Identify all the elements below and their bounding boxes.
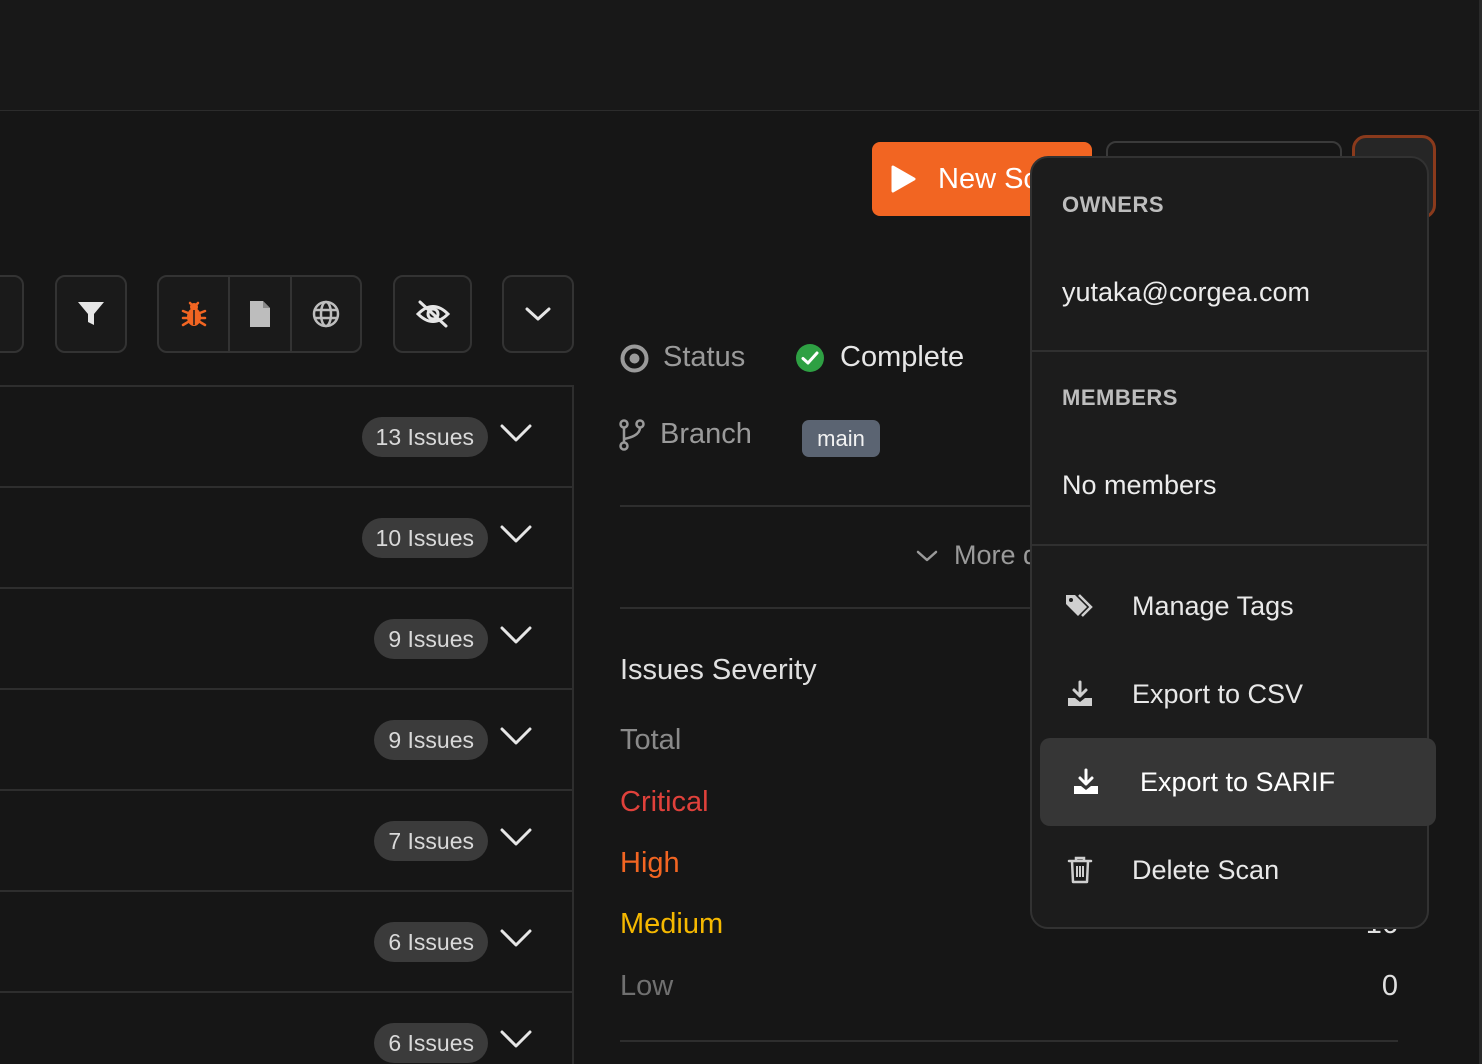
branch-label: Branch bbox=[660, 418, 752, 450]
delete-scan-label: Delete Scan bbox=[1132, 854, 1280, 885]
issue-count-badge: 9 Issues bbox=[374, 619, 488, 659]
download-icon bbox=[1064, 678, 1096, 710]
list-item[interactable]: 10 Issues bbox=[0, 488, 572, 589]
chevron-down-icon[interactable] bbox=[500, 928, 532, 948]
chevron-down-icon[interactable] bbox=[500, 827, 532, 847]
chevron-down-icon bbox=[525, 307, 551, 321]
chevron-down-icon[interactable] bbox=[500, 625, 532, 645]
chevron-down-icon[interactable] bbox=[500, 1029, 532, 1049]
new-scan-label: New Sc bbox=[938, 162, 1038, 195]
list-item[interactable]: 6 Issues bbox=[0, 993, 572, 1064]
more-details-toggle[interactable]: More d bbox=[916, 540, 1038, 571]
chevron-down-icon[interactable] bbox=[500, 726, 532, 746]
status-label: Status bbox=[663, 341, 746, 373]
eye-slash-icon bbox=[415, 300, 450, 328]
issue-count-badge: 6 Issues bbox=[374, 922, 488, 962]
globe-icon bbox=[312, 300, 340, 328]
members-heading: MEMBERS bbox=[1062, 385, 1178, 410]
download-icon bbox=[1070, 766, 1102, 798]
tags-icon bbox=[1064, 590, 1096, 622]
chevron-down-icon bbox=[916, 550, 938, 561]
issue-count-badge: 10 Issues bbox=[361, 518, 488, 558]
export-csv-item[interactable]: Export to CSV bbox=[1032, 654, 1427, 734]
top-bar bbox=[0, 0, 1480, 111]
scan-actions-menu: OWNERS yutaka@corgea.com MEMBERS No memb… bbox=[1030, 156, 1436, 929]
play-icon bbox=[891, 165, 916, 193]
web-view-button[interactable] bbox=[292, 277, 360, 351]
search-field-edge[interactable] bbox=[0, 275, 24, 353]
issue-count-badge: 7 Issues bbox=[374, 821, 488, 861]
branch-badge: main bbox=[802, 420, 880, 457]
severity-high-label: High bbox=[620, 847, 680, 879]
severity-total-label: Total bbox=[620, 724, 682, 756]
file-view-button[interactable] bbox=[230, 277, 292, 351]
chevron-down-icon[interactable] bbox=[500, 524, 532, 544]
status-value: Complete bbox=[840, 341, 965, 373]
owners-heading: OWNERS bbox=[1062, 192, 1164, 217]
chevron-down-icon[interactable] bbox=[500, 423, 532, 443]
severity-title: Issues Severity bbox=[620, 654, 817, 686]
filter-button[interactable] bbox=[55, 275, 127, 353]
list-item[interactable]: 9 Issues bbox=[0, 690, 572, 791]
status-dot-icon bbox=[620, 344, 649, 373]
expand-all-button[interactable] bbox=[502, 275, 574, 353]
list-item[interactable]: 7 Issues bbox=[0, 791, 572, 892]
export-sarif-label: Export to SARIF bbox=[1140, 766, 1336, 797]
issue-count-badge: 6 Issues bbox=[374, 1023, 488, 1063]
severity-critical-label: Critical bbox=[620, 786, 709, 818]
members-empty-text: No members bbox=[1062, 470, 1217, 500]
issue-count-badge: 9 Issues bbox=[374, 720, 488, 760]
list-item[interactable]: 13 Issues bbox=[0, 387, 572, 488]
more-details-label: More d bbox=[954, 540, 1039, 570]
filter-icon bbox=[78, 302, 104, 325]
divider bbox=[620, 607, 1080, 609]
menu-divider bbox=[1032, 350, 1427, 352]
view-toggle-group bbox=[157, 275, 362, 353]
manage-tags-label: Manage Tags bbox=[1132, 590, 1294, 621]
export-csv-label: Export to CSV bbox=[1132, 678, 1304, 709]
divider bbox=[620, 505, 1080, 507]
manage-tags-item[interactable]: Manage Tags bbox=[1032, 566, 1427, 646]
file-icon bbox=[250, 301, 270, 327]
issue-count-badge: 13 Issues bbox=[361, 417, 488, 457]
delete-scan-item[interactable]: Delete Scan bbox=[1032, 830, 1427, 910]
list-item[interactable]: 6 Issues bbox=[0, 892, 572, 993]
severity-low-label: Low bbox=[620, 970, 674, 1002]
severity-medium-label: Medium bbox=[620, 908, 724, 940]
trash-icon bbox=[1064, 854, 1096, 886]
bug-view-button[interactable] bbox=[159, 277, 230, 351]
menu-divider bbox=[1032, 544, 1427, 546]
severity-low-value: 0 bbox=[1381, 970, 1398, 1002]
issue-list: 13 Issues 10 Issues 9 Issues 9 Issues 7 … bbox=[0, 385, 574, 1064]
export-sarif-item[interactable]: Export to SARIF bbox=[1040, 738, 1436, 826]
list-item[interactable]: 9 Issues bbox=[0, 589, 572, 690]
check-circle-icon bbox=[796, 344, 824, 372]
bug-icon bbox=[181, 301, 206, 327]
branch-icon bbox=[619, 419, 645, 451]
owner-email: yutaka@corgea.com bbox=[1062, 277, 1311, 307]
hide-ignored-button[interactable] bbox=[393, 275, 472, 353]
divider bbox=[620, 1040, 1398, 1042]
